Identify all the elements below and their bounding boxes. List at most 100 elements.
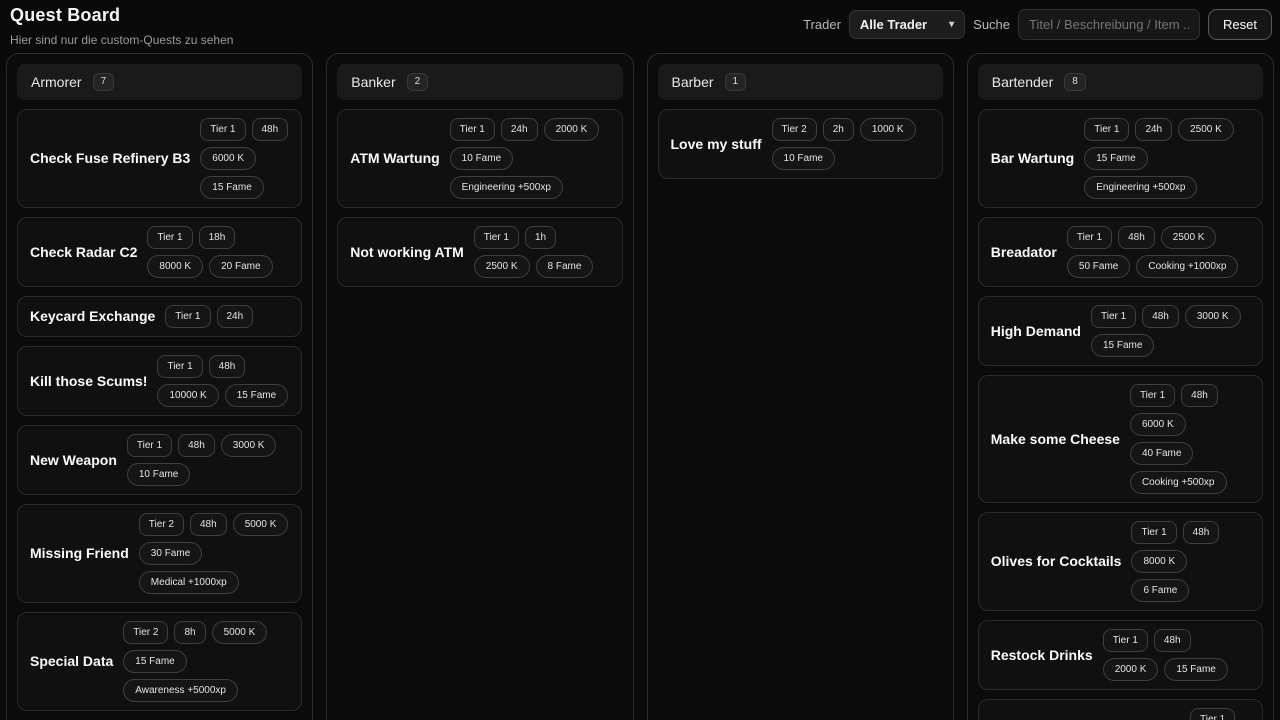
reward-badge: 6 Fame (1131, 579, 1189, 602)
tier-badge: Tier 2 (123, 621, 168, 644)
quest-title: Make some Cheese (991, 430, 1120, 449)
tier-badge: Tier 1 (1130, 384, 1175, 407)
quest-badges: Tier 1 48h 8000 K 6 Fame (1131, 521, 1250, 602)
quest-badges: Tier 11h2500 K8 Fame (474, 226, 610, 278)
quest-title: Keycard Exchange (30, 307, 155, 326)
quest-title: Restock Drinks (991, 646, 1093, 665)
search-input[interactable] (1018, 9, 1200, 40)
panel-count-badge: 7 (93, 73, 115, 91)
tier-badge: Tier 2 (772, 118, 817, 141)
quest-row[interactable]: Special DataTier 28h5000 K15 FameAwarene… (17, 612, 302, 711)
quest-row[interactable]: ATM Wartung Tier 124h2000 K10 FameEnginee… (337, 109, 622, 208)
quest-title: New Weapon (30, 451, 117, 470)
quest-badges: Tier 124h2000 K10 FameEngineering +500xp (450, 118, 610, 199)
quest-list: Love my stuffTier 22h1000 K10 Fame (658, 100, 943, 179)
panel-title: Banker (351, 74, 395, 90)
title-block: Quest Board Hier sind nur die custom-Que… (8, 5, 233, 47)
filter-controls: Trader Alle Trader ▾ Suche Reset (803, 9, 1272, 40)
reward-badge: 8000 K (147, 255, 203, 278)
quest-row[interactable]: New WeaponTier 148h3000 K10 Fame (17, 425, 302, 495)
reward-badge: 10 Fame (450, 147, 513, 170)
tier-badge: Tier 1 (1084, 118, 1129, 141)
quest-row[interactable]: Restock DrinksTier 148h2000 K15 Fame (978, 620, 1263, 690)
quest-row[interactable]: Check Radar C2Tier 118h8000 K20 Fame (17, 217, 302, 287)
tier-badge: Tier 1 (1067, 226, 1112, 249)
panel-title: Armorer (31, 74, 82, 90)
quest-title: Bar Wartung (991, 149, 1074, 168)
time-badge: 48h (1183, 521, 1220, 544)
quest-row[interactable]: Kill those Scums!Tier 148h10000 K15 Fame (17, 346, 302, 416)
reset-button[interactable]: Reset (1208, 9, 1272, 40)
trader-panel: Banker 2 ATM Wartung Tier 124h2000 K10 Fa… (326, 53, 633, 720)
reward-badge: 2500 K (1161, 226, 1217, 249)
quest-badges: Tier 2 2h 1000 K 10 Fame (772, 118, 930, 170)
quest-badges: Tier 118h8000 K20 Fame (147, 226, 289, 278)
time-badge: 2h (823, 118, 854, 141)
reward-badge: 15 Fame (1091, 334, 1154, 357)
tier-badge: Tier 1 (157, 355, 202, 378)
chevron-down-icon: ▾ (949, 19, 954, 30)
reward-badge: 15 Fame (225, 384, 288, 407)
quest-badges: Tier 118h30 Fame (1190, 708, 1250, 720)
trader-panel: Barber 1 Love my stuffTier 22h1000 K10 F… (647, 53, 954, 720)
panels-grid: Armorer 7 Check Fuse Refinery B3Tier 148… (6, 53, 1274, 720)
quest-row[interactable]: Olives for Cocktails Tier 1 48h 8000 K 6 Fam… (978, 512, 1263, 611)
quest-list: ATM Wartung Tier 124h2000 K10 FameEnginee… (337, 100, 622, 287)
reward-badge: 15 Fame (123, 650, 186, 673)
page-title: Quest Board (8, 5, 233, 26)
quest-list: Bar WartungTier 124h2500 K15 FameEnginee… (978, 100, 1263, 720)
quest-title: ATM Wartung (350, 149, 439, 168)
time-badge: 48h (252, 118, 289, 141)
quest-badges: Tier 148h6000 K40 FameCooking +500xp (1130, 384, 1250, 494)
reward-badge: 1000 K (860, 118, 916, 141)
quest-title: Kill those Scums! (30, 372, 147, 391)
tier-badge: Tier 1 (1131, 521, 1176, 544)
reward-badge: 10000 K (157, 384, 218, 407)
quest-row[interactable]: Love my stuffTier 22h1000 K10 Fame (658, 109, 943, 179)
time-badge: 48h (1118, 226, 1155, 249)
quest-title: Special Data (30, 652, 113, 671)
quest-row[interactable]: Not working ATM Tier 11h2500 K8 Fame (337, 217, 622, 287)
quest-row[interactable]: Shipping goods cant be unloaded, Check C… (978, 699, 1263, 720)
reward-badge: 20 Fame (209, 255, 272, 278)
panel-title: Bartender (992, 74, 1053, 90)
time-badge: 48h (1181, 384, 1218, 407)
reward-badge: 15 Fame (1164, 658, 1227, 681)
quest-row[interactable]: High DemandTier 148h3000 K15 Fame (978, 296, 1263, 366)
reward-badge: 10 Fame (127, 463, 190, 486)
reward-badge: 8000 K (1131, 550, 1187, 573)
quest-row[interactable]: BreadatorTier 148h2500 K50 FameCooking +… (978, 217, 1263, 287)
trader-select-value: Alle Trader (860, 17, 927, 32)
panel-header: Banker 2 (337, 64, 622, 100)
time-badge: 48h (1154, 629, 1191, 652)
time-badge: 24h (1135, 118, 1172, 141)
time-badge: 48h (190, 513, 227, 536)
trader-label: Trader (803, 17, 841, 32)
time-badge: 48h (1142, 305, 1179, 328)
search-label: Suche (973, 17, 1010, 32)
tier-badge: Tier 1 (1190, 708, 1235, 720)
reward-badge: 10 Fame (772, 147, 835, 170)
quest-row[interactable]: Check Fuse Refinery B3Tier 148h6000 K15 … (17, 109, 302, 208)
reward-badge: 5000 K (233, 513, 289, 536)
trader-select[interactable]: Alle Trader ▾ (849, 10, 965, 39)
reward-badge: Awareness +5000xp (123, 679, 238, 702)
quest-title: Olives for Cocktails (991, 552, 1122, 571)
trader-panel: Bartender 8 Bar Wartung Tier 1 24h 2500 K 15… (967, 53, 1274, 720)
quest-row[interactable]: Make some CheeseTier 148h6000 K40 FameCo… (978, 375, 1263, 503)
quest-row[interactable]: Keycard ExchangeTier 124h (17, 296, 302, 337)
panel-count-badge: 8 (1064, 73, 1086, 91)
tier-badge: Tier 1 (1091, 305, 1136, 328)
quest-title: Check Fuse Refinery B3 (30, 149, 190, 168)
quest-row[interactable]: Missing FriendTier 248h5000 K30 FameMedi… (17, 504, 302, 603)
reward-badge: 6000 K (1130, 413, 1186, 436)
quest-title: Breadator (991, 243, 1057, 262)
reward-badge: 8 Fame (536, 255, 594, 278)
quest-badges: Tier 148h3000 K15 Fame (1091, 305, 1250, 357)
quest-badges: Tier 148h10000 K15 Fame (157, 355, 289, 407)
quest-row[interactable]: Bar WartungTier 124h2500 K15 FameEnginee… (978, 109, 1263, 208)
reward-badge: 5000 K (212, 621, 268, 644)
reward-badge: 2000 K (1103, 658, 1159, 681)
reward-badge: Cooking +500xp (1130, 471, 1227, 494)
quest-title: Not working ATM (350, 243, 464, 262)
